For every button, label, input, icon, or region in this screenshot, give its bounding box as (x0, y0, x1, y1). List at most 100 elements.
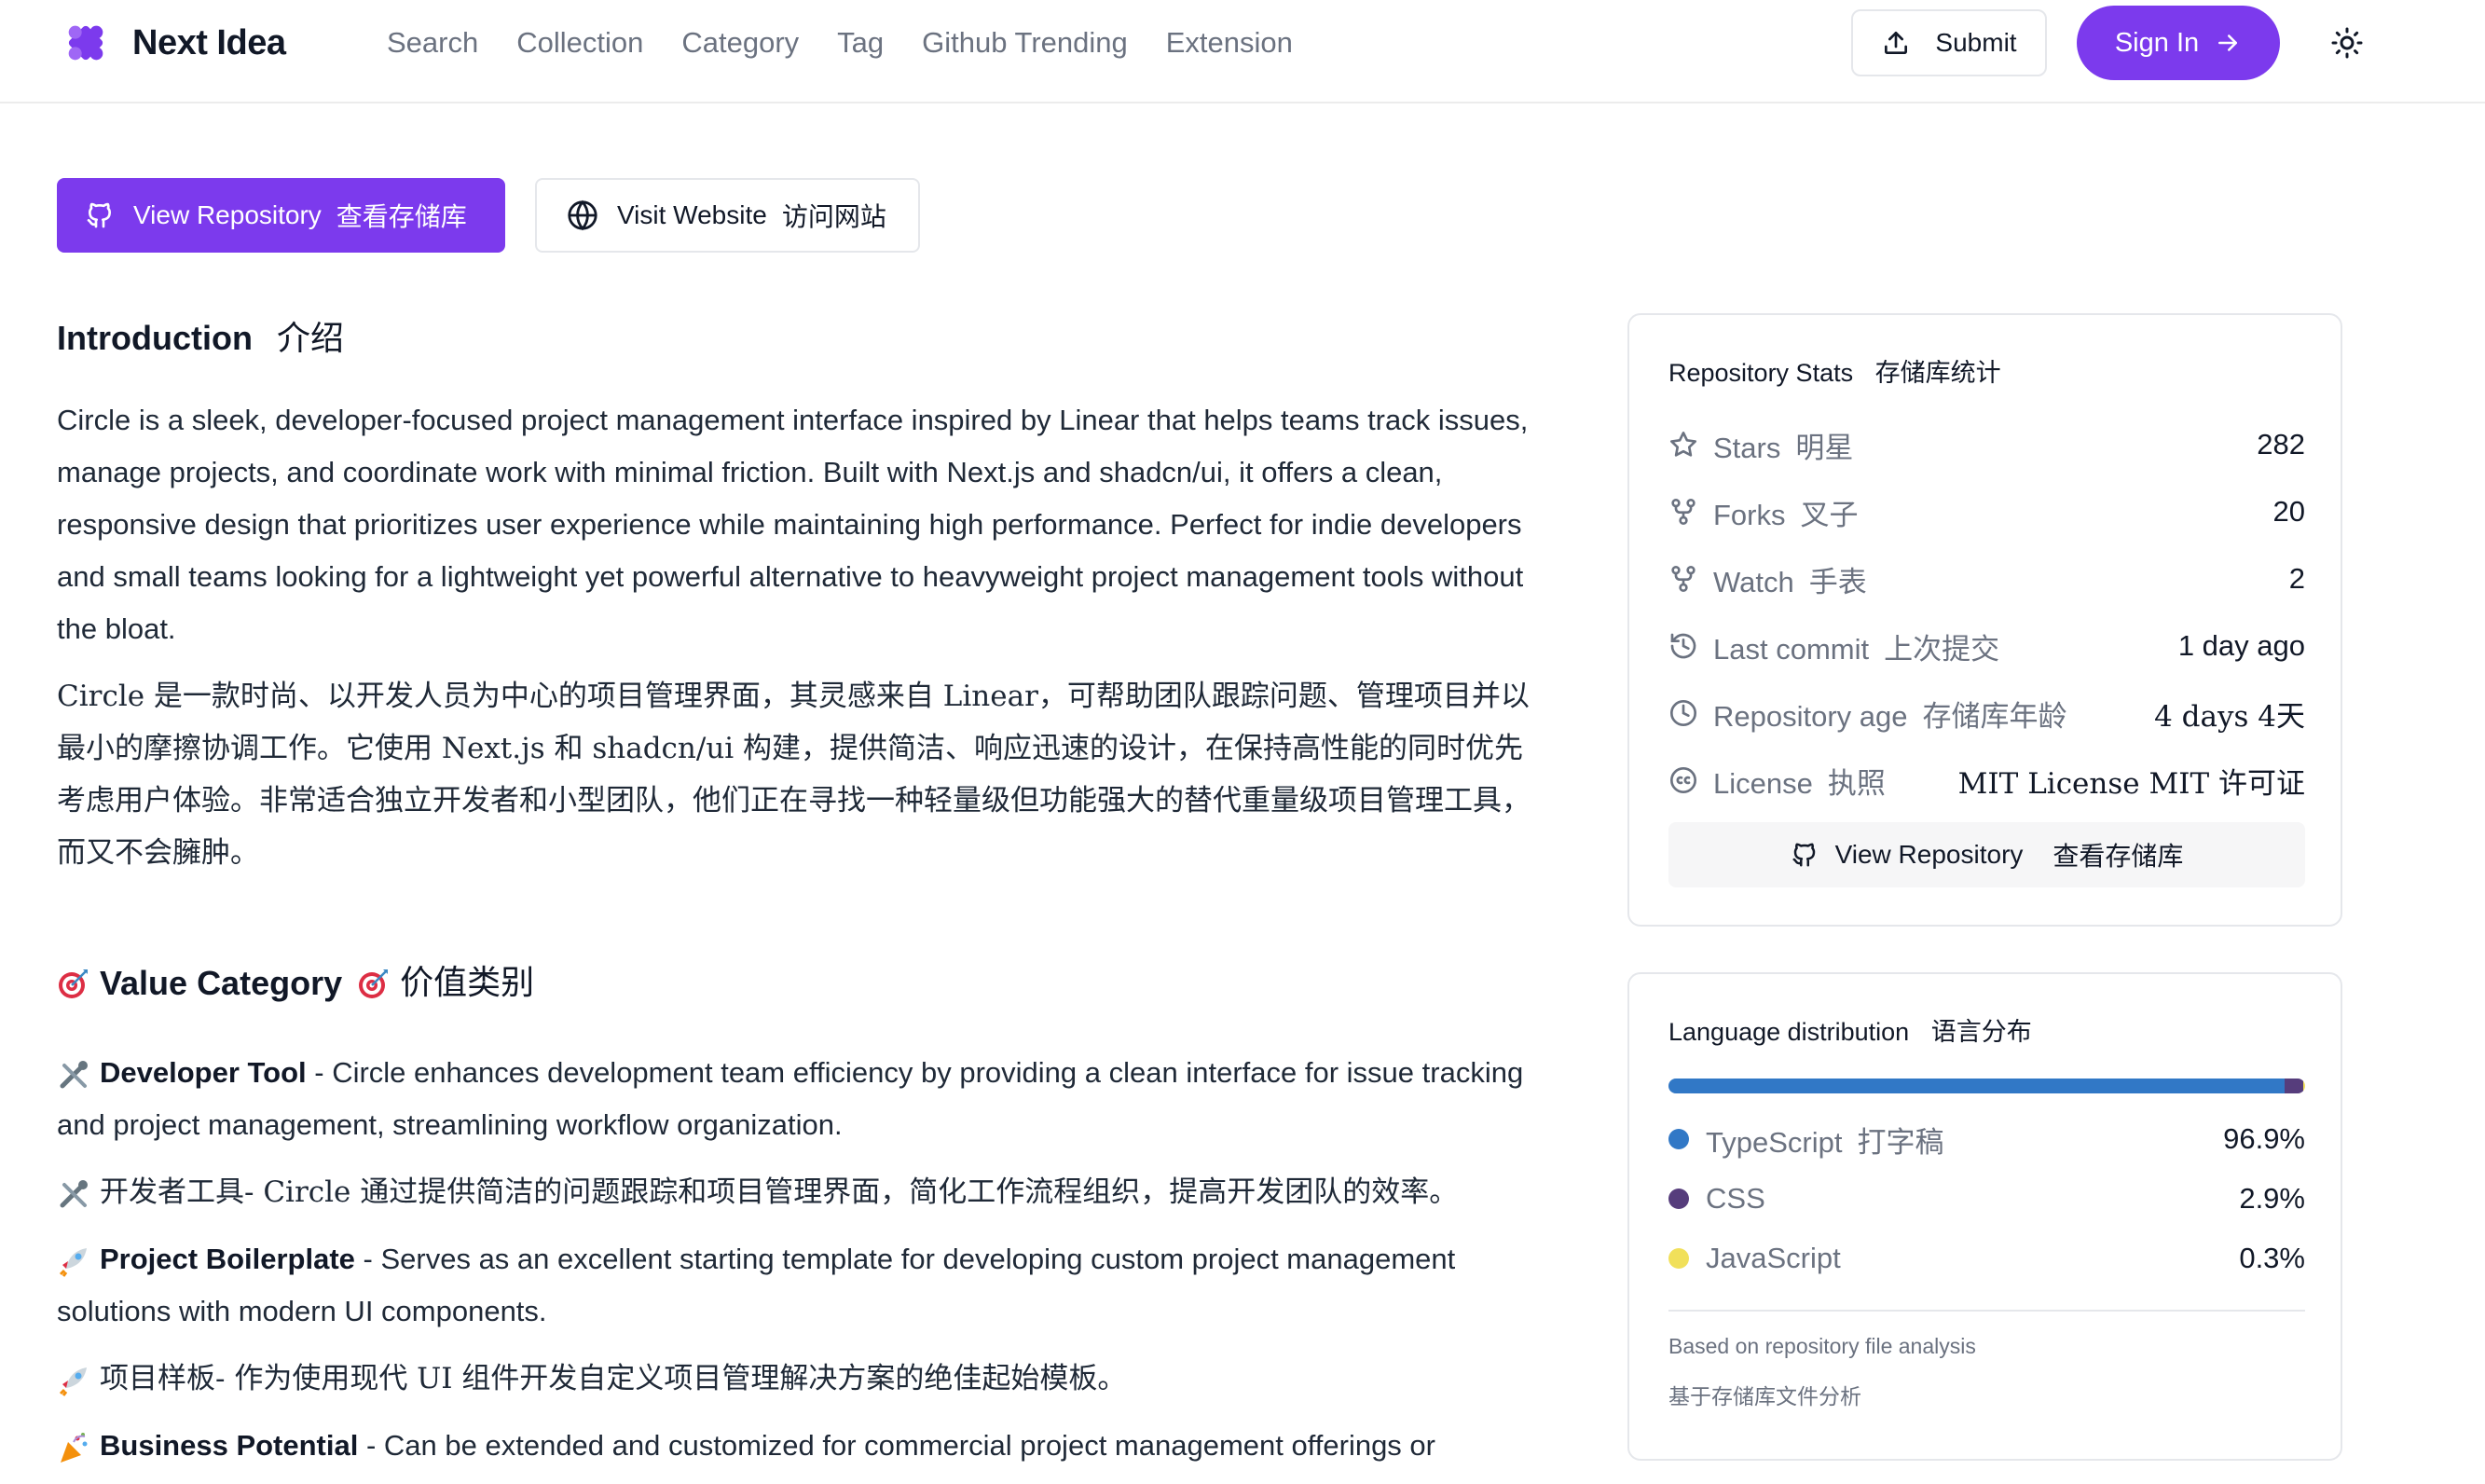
star-icon (1670, 432, 1696, 457)
creative-commons-icon (1670, 767, 1696, 793)
repository-stats-title-cn: 存储库统计 (1874, 359, 2001, 388)
stat-label-en: Last commit (1713, 632, 1870, 666)
history-icon (1670, 633, 1696, 659)
logo[interactable]: Next Idea (58, 13, 286, 73)
list-item: 开发者工具- Circle 通过提供简洁的问题跟踪和项目管理界面，简化工作流程组… (57, 1166, 1548, 1218)
sign-in-button[interactable]: Sign In (2077, 6, 2280, 80)
language-distribution-title: Language distribution 语言分布 (1668, 1011, 2032, 1048)
language-color-dot (1668, 1248, 1689, 1269)
value-category-list: Developer Tool - Circle enhances develop… (57, 1047, 1548, 1472)
rocket-emoji-icon (59, 1247, 87, 1277)
language-distribution-title-cn: 语言分布 (1930, 1018, 2032, 1047)
stat-label-cn: 存储库年龄 (1922, 699, 2067, 734)
sun-icon[interactable] (2330, 26, 2364, 60)
language-bar-segment (2285, 1079, 2303, 1093)
value-item-title: Project Boilerplate (100, 1243, 355, 1275)
nav-item-extension[interactable]: Extension (1166, 26, 1293, 60)
language-progress-bar (1668, 1079, 2305, 1093)
nav-item-github-trending[interactable]: Github Trending (922, 26, 1128, 60)
stat-row-license: License 执照 MIT License MIT 许可证 (1668, 757, 2305, 804)
language-distribution-title-en: Language distribution (1668, 1018, 1910, 1046)
stat-row-stars: Stars 明星 282 (1668, 421, 2305, 468)
target-emoji-icon (59, 969, 88, 998)
language-color-dot (1668, 1189, 1689, 1209)
language-percent: 0.3% (2239, 1242, 2305, 1274)
value-category-heading-en: Value Category (100, 964, 343, 1002)
article-content: Introduction 介绍 Circle is a sleek, devel… (57, 312, 1548, 1472)
stat-row-last-commit: Last commit 上次提交 1 day ago (1668, 623, 2305, 669)
nav-item-category[interactable]: Category (681, 26, 799, 60)
sign-in-label: Sign In (2114, 27, 2200, 58)
stat-value: 20 (2272, 495, 2305, 528)
stat-label-en: Watch (1713, 565, 1794, 598)
stat-value: 4 days 4天 (2154, 699, 2305, 734)
submit-button[interactable]: Submit (1851, 9, 2047, 76)
stat-label-en: Repository age (1713, 699, 1908, 733)
language-color-dot (1668, 1129, 1689, 1149)
target-emoji-icon (359, 969, 389, 998)
view-repository-button[interactable]: View Repository 查看存储库 (57, 178, 505, 253)
view-repository-label-cn: 查看存储库 (336, 201, 467, 232)
stat-row-repository-age: Repository age 存储库年龄 4 days 4天 (1668, 690, 2305, 736)
introduction-text-cn: Circle 是一款时尚、以开发人员为中心的项目管理界面，其灵感来自 Linea… (57, 680, 1531, 870)
language-bar-segment (2302, 1079, 2305, 1093)
value-item-title: Business Potential (100, 1429, 359, 1462)
language-row-typescript: TypeScript 打字稿 96.9% (1668, 1116, 2305, 1162)
value-item-text: - 作为使用现代 UI 组件开发自定义项目管理解决方案的绝佳起始模板。 (215, 1362, 1127, 1395)
language-name: CSS (1706, 1182, 1765, 1215)
arrow-right-icon (2218, 34, 2238, 51)
introduction-heading-en: Introduction (57, 319, 253, 357)
brand-name: Next Idea (132, 22, 286, 62)
list-item: Business Potential - Can be extended and… (57, 1420, 1548, 1472)
card-view-repository-button[interactable]: View Repository 查看存储库 (1668, 822, 2305, 887)
value-category-heading: Value Category 价值类别 (57, 957, 1548, 1010)
list-item: Project Boilerplate - Serves as an excel… (57, 1233, 1548, 1338)
top-header: Next Idea Search Collection Category Tag… (0, 0, 2485, 103)
list-item: 项目样板- 作为使用现代 UI 组件开发自定义项目管理解决方案的绝佳起始模板。 (57, 1353, 1548, 1405)
tools-emoji-icon (60, 1179, 88, 1207)
clock-icon (1670, 700, 1696, 726)
submit-label: Submit (1935, 28, 2017, 57)
introduction-heading: Introduction 介绍 (57, 312, 1548, 364)
stat-row-forks: Forks 叉子 20 (1668, 488, 2305, 535)
value-item-title: 项目样板 (100, 1362, 215, 1395)
main-nav: Search Collection Category Tag Github Tr… (387, 22, 1331, 63)
card-view-repository-label-cn: 查看存储库 (2053, 841, 2184, 872)
stat-value: MIT License MIT 许可证 (1957, 766, 2305, 801)
tools-emoji-icon (60, 1060, 88, 1089)
divider (1668, 1310, 2305, 1312)
visit-website-label-cn: 访问网站 (781, 201, 886, 232)
repository-stats-title: Repository Stats 存储库统计 (1668, 352, 2001, 389)
language-name-cn: 打字稿 (1857, 1125, 1944, 1160)
language-name: TypeScript (1706, 1125, 1843, 1159)
watch-icon (1671, 566, 1696, 592)
stat-label-cn: 明星 (1795, 431, 1854, 465)
nav-item-search[interactable]: Search (387, 26, 478, 60)
language-row-css: CSS 2.9% (1668, 1175, 2305, 1222)
value-item-title: 开发者工具 (100, 1175, 244, 1209)
language-bar-segment (1668, 1079, 2286, 1093)
language-percent: 2.9% (2239, 1182, 2305, 1215)
stat-label-cn: 手表 (1808, 565, 1867, 599)
repository-stats-title-en: Repository Stats (1668, 359, 1854, 387)
visit-website-label: Visit Website (617, 200, 767, 229)
introduction-text-en: Circle is a sleek, developer-focused pro… (57, 404, 1529, 645)
value-item-text: - Circle 通过提供简洁的问题跟踪和项目管理界面，简化工作流程组织，提高开… (244, 1175, 1459, 1209)
fork-icon (1671, 499, 1696, 525)
github-icon (87, 202, 111, 228)
stat-value: 1 day ago (2177, 629, 2305, 662)
visit-website-button[interactable]: Visit Website 访问网站 (535, 178, 920, 253)
stat-value: 2 (2288, 562, 2305, 595)
stat-label-en: Forks (1713, 498, 1786, 531)
stat-label-cn: 叉子 (1800, 498, 1859, 532)
language-distribution-card: Language distribution 语言分布 TypeScript 打字稿… (1627, 972, 2342, 1461)
nav-item-collection[interactable]: Collection (516, 26, 643, 60)
nav-item-tag[interactable]: Tag (837, 26, 884, 60)
stat-label-cn: 上次提交 (1884, 632, 2000, 666)
stat-row-watch: Watch 手表 2 (1668, 556, 2305, 602)
value-item-text: - Can be extended and customized for com… (358, 1429, 1435, 1462)
value-item-title: Developer Tool (100, 1056, 307, 1089)
globe-icon (568, 199, 597, 231)
stat-value: 282 (2257, 428, 2305, 460)
list-item: Developer Tool - Circle enhances develop… (57, 1047, 1548, 1151)
